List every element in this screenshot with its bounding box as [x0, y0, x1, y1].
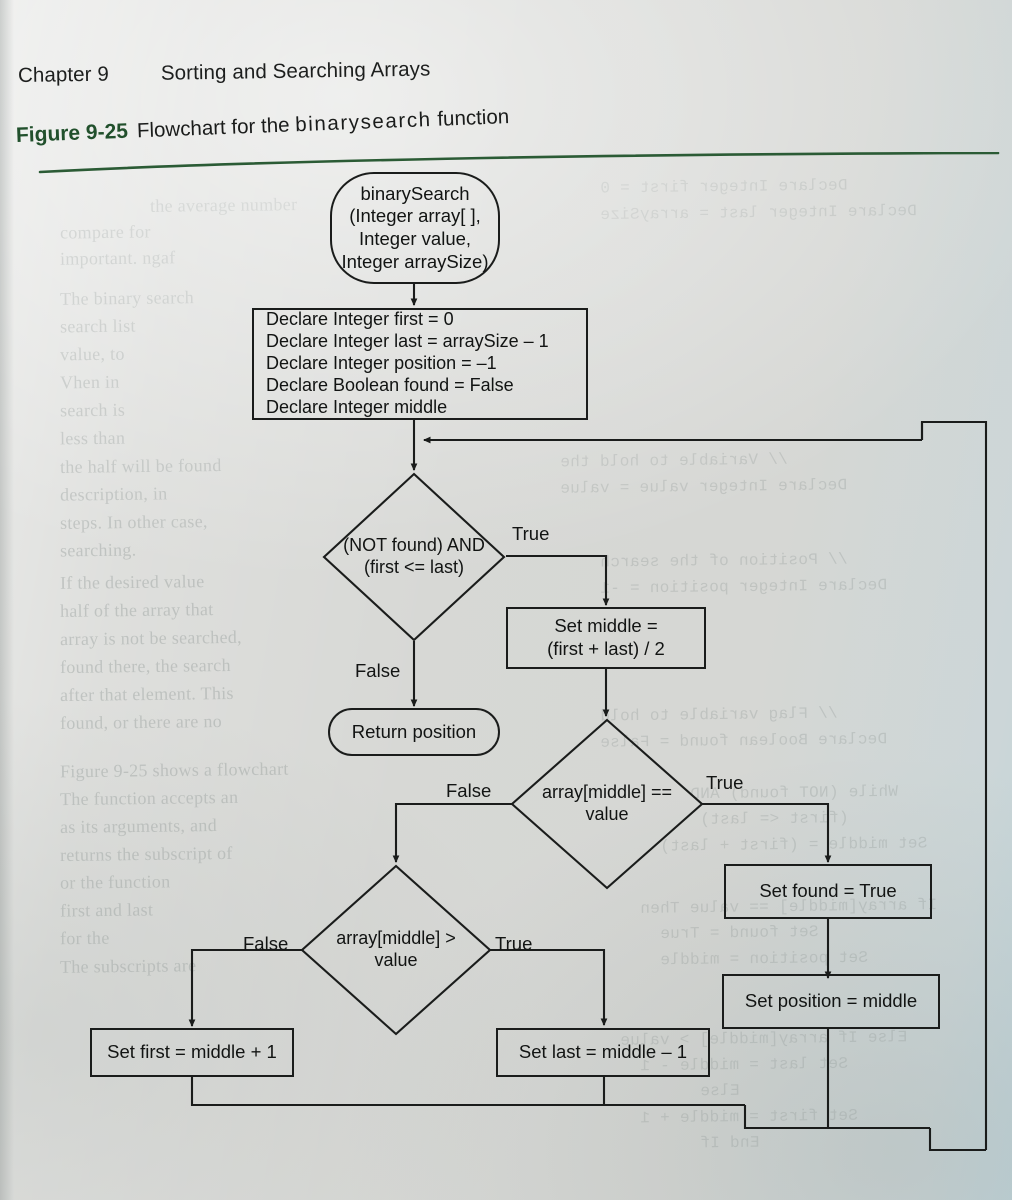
- chapter-number: Chapter 9: [17, 62, 110, 87]
- node-loop-condition-decision: (NOT found) AND (first <= last): [322, 472, 506, 642]
- wire-equal-true-to-setfound: [702, 802, 832, 864]
- bleed-through-line-mirrored: Declare Integer first = 0: [599, 176, 848, 198]
- bleed-through-line: after that element. This: [59, 682, 234, 706]
- bleed-through-line: as its arguments, and: [59, 815, 218, 837]
- bleed-through-line: important. ngaf: [59, 247, 176, 269]
- node-return-position-terminal: Return position: [328, 708, 500, 756]
- node-declare-process: Declare Integer first = 0 Declare Intege…: [252, 308, 588, 420]
- figure-caption: Figure 9-25 Flowchart for the binarysearc…: [16, 105, 510, 148]
- figure-label: Figure 9-25: [15, 119, 129, 147]
- wire-setfirst-merge: [190, 1077, 745, 1107]
- bleed-through-line: found, or there are no: [59, 711, 223, 733]
- wire-loop-true-to-setmiddle: [506, 554, 610, 607]
- bleed-through-line-mirrored: Else: [699, 1081, 740, 1101]
- node-set-middle-text: Set middle = (first + last) / 2: [547, 615, 665, 659]
- bleed-through-line-mirrored: Declare Integer position = -1: [599, 576, 888, 598]
- wire-merge-level-three: [928, 1128, 986, 1152]
- bleed-through-line: steps. In other case,: [59, 511, 208, 533]
- bleed-through-line: first and last: [59, 899, 154, 921]
- bleed-through-line: search list: [59, 315, 136, 337]
- node-set-first-text: Set first = middle + 1: [107, 1041, 277, 1063]
- node-set-found-process: Set found = True: [724, 864, 932, 919]
- node-greater-decision: array[middle] > value: [300, 864, 492, 1036]
- chapter-title: Sorting and Searching Arrays: [160, 57, 431, 85]
- bleed-through-line: The binary search: [59, 287, 195, 309]
- wire-greater-false-to-setfirst: [188, 948, 302, 1028]
- bleed-through-line-mirrored: Declare Integer value = value: [559, 476, 848, 498]
- bleed-through-line-mirrored: // Position of the search: [599, 550, 848, 572]
- bleed-through-line-mirrored: End If: [699, 1133, 760, 1153]
- textbook-page-screenshot: the average number compare for important. …: [0, 0, 1012, 1200]
- figure-caption-post: function: [431, 105, 510, 132]
- bleed-through-line: The function accepts an: [59, 786, 239, 810]
- node-set-found-text: Set found = True: [759, 880, 897, 902]
- figure-underline-rule: [38, 152, 1000, 174]
- bleed-through-line-mirrored: Set first = middle + 1: [639, 1106, 858, 1128]
- bleed-through-line: Vhen in: [59, 371, 120, 393]
- page-edge-shadow: [0, 0, 14, 1200]
- node-start-text: binarySearch (Integer array[ ], Integer …: [341, 182, 489, 272]
- bleed-through-line: half of the array that: [59, 599, 214, 621]
- node-declare-text: Declare Integer first = 0 Declare Intege…: [266, 309, 549, 417]
- branch-label-equal-false: False: [446, 780, 492, 801]
- bleed-through-line: or the function: [59, 871, 171, 893]
- bleed-through-line: The subscripts are: [59, 955, 197, 977]
- figure-caption-pre: Flowchart for the: [136, 113, 296, 143]
- branch-label-loop-true: True: [512, 523, 550, 544]
- node-return-position-text: Return position: [351, 720, 477, 742]
- node-set-last-text: Set last = middle – 1: [518, 1041, 688, 1063]
- bleed-through-line-mirrored: (first <= last): [699, 809, 849, 829]
- wire-equal-false-to-greatertest: [392, 802, 512, 864]
- bleed-through-line-mirrored: Set found = True: [659, 923, 819, 943]
- node-set-middle-process: Set middle = (first + last) / 2: [506, 607, 706, 669]
- bleed-through-line: search is: [59, 399, 126, 421]
- bleed-through-line: the half will be found: [59, 455, 222, 477]
- bleed-through-line: value, to: [59, 343, 125, 365]
- bleed-through-line-mirrored: // Variable to hold the: [559, 450, 788, 472]
- branch-label-greater-true: True: [495, 933, 533, 954]
- bleed-through-line: returns the subscript of: [59, 842, 233, 866]
- bleed-through-line: Figure 9-25 shows a flowchart: [59, 758, 289, 782]
- bleed-through-line: array is not be searched,: [59, 626, 243, 650]
- bleed-through-line: If the desired value: [59, 571, 205, 593]
- bleed-through-line: the average number: [149, 194, 298, 216]
- node-set-position-process: Set position = middle: [722, 974, 940, 1029]
- bleed-through-line: less than: [59, 427, 126, 449]
- branch-label-loop-false: False: [355, 660, 401, 681]
- node-set-first-process: Set first = middle + 1: [90, 1028, 294, 1077]
- node-set-position-text: Set position = middle: [744, 990, 918, 1012]
- figure-caption-function-name: binarysearch: [294, 108, 433, 137]
- chapter-header: Chapter 9 Sorting and Searching Arrays: [18, 58, 431, 88]
- node-set-last-process: Set last = middle – 1: [496, 1028, 710, 1077]
- bleed-through-line-mirrored: Set position = middle: [659, 948, 869, 970]
- wire-right-return-rail: [920, 420, 988, 1150]
- branch-label-equal-true: True: [706, 772, 744, 793]
- node-equality-decision: array[middle] == value: [510, 718, 704, 890]
- bleed-through-line: description, in: [59, 483, 168, 505]
- bleed-through-line: compare for: [59, 221, 151, 243]
- wire-greater-true-to-setlast: [490, 948, 608, 1027]
- wire-merge-level-two: [743, 1105, 930, 1130]
- branch-label-greater-false: False: [243, 933, 289, 954]
- bleed-through-line: found there, the search: [59, 654, 231, 678]
- node-start-terminal: binarySearch (Integer array[ ], Integer …: [330, 172, 500, 284]
- bleed-through-line: searching.: [59, 539, 137, 561]
- bleed-through-line-mirrored: Declare Integer last = arraySize: [599, 202, 917, 224]
- bleed-through-line: for the: [59, 927, 110, 949]
